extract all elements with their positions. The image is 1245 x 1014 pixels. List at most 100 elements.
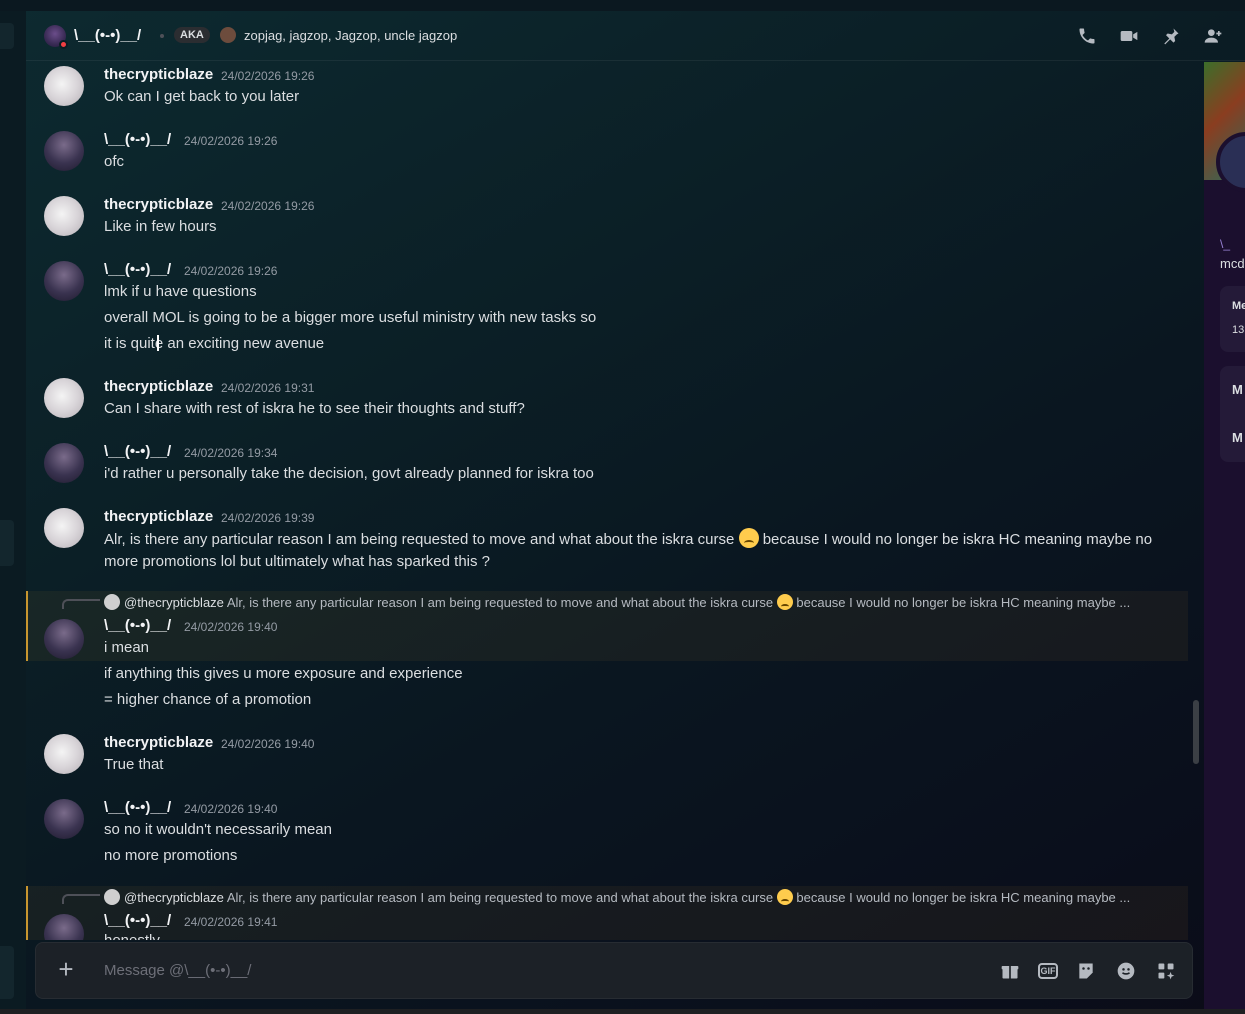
message-input[interactable]: Message @\__(•-•)__/ [104,962,251,979]
message-text: True that [104,756,164,773]
gif-icon[interactable]: GIF [1038,963,1058,979]
card-title: Me [1232,300,1245,312]
reply-connector [62,599,100,609]
card-item[interactable]: M [1232,430,1243,445]
reply-text: Alr, is there any particular reason I am… [226,890,774,905]
reply-text: Alr, is there any particular reason I am… [226,595,774,610]
apps-icon[interactable] [1154,959,1178,983]
user-avatar[interactable] [44,378,84,418]
reply-preview[interactable]: @thecrypticblaze Alr, is there any parti… [104,594,1164,610]
message-text-part: Alr, is there any particular reason I am… [104,531,735,548]
message-username[interactable]: thecrypticblaze [104,508,213,525]
sticker-icon[interactable] [1074,959,1098,983]
message-username[interactable]: thecrypticblaze [104,66,213,83]
message-timestamp: 24/02/2026 19:40 [221,737,315,751]
user-avatar[interactable] [44,508,84,548]
window-top-strip [0,0,1245,11]
recipient-username[interactable]: \__(•-•)__/ [74,27,141,44]
slightly-frowning-face-emoji-icon [776,889,793,905]
message-username[interactable]: \__(•-•)__/ [104,131,171,148]
user-avatar[interactable] [44,261,84,301]
emoji-icon[interactable] [1114,959,1138,983]
slightly-frowning-face-emoji-icon [776,594,793,610]
status-dnd-icon [59,40,68,49]
gift-icon[interactable] [998,959,1022,983]
message-text: overall MOL is going to be a bigger more… [104,309,597,326]
aka-avatar-icon [220,27,236,43]
scrollbar-thumb[interactable] [1193,700,1199,764]
message-timestamp: 24/02/2026 19:40 [184,620,278,634]
message-username[interactable]: thecrypticblaze [104,378,213,395]
video-call-icon[interactable] [1117,24,1141,48]
message-text: so no it wouldn't necessarily mean [104,821,332,838]
user-avatar[interactable] [44,799,84,839]
pin-icon[interactable] [1159,24,1183,48]
card-item[interactable]: M [1232,382,1243,397]
add-friend-icon[interactable] [1201,24,1225,48]
reply-connector [62,894,100,904]
message-text: ofc [104,153,125,170]
message-timestamp: 24/02/2026 19:26 [184,134,278,148]
card-value: 13 [1232,324,1245,336]
reply-text: because I would no longer be iskra HC me… [796,890,1131,905]
window-bottom-edge [0,1009,1245,1014]
user-avatar[interactable] [44,619,84,659]
message-text: honestly [104,932,160,940]
message-username[interactable]: \__(•-•)__/ [104,617,171,634]
reply-username[interactable]: @thecrypticblaze [124,595,224,610]
user-avatar[interactable] [44,443,84,483]
mutual-card[interactable]: M M [1220,366,1245,462]
message-username[interactable]: thecrypticblaze [104,196,213,213]
separator-dot [160,34,164,38]
message-text: Alr, is there any particular reason I am… [104,528,1164,573]
message-timestamp: 24/02/2026 19:34 [184,446,278,460]
message-timestamp: 24/02/2026 19:26 [221,199,315,213]
header-toolbar [1075,24,1225,48]
user-avatar[interactable] [44,734,84,774]
reply-preview[interactable]: @thecrypticblaze Alr, is there any parti… [104,889,1164,905]
slightly-frowning-face-emoji-icon[interactable] [738,528,759,548]
composer-tools: GIF [998,959,1178,983]
message-text: = higher chance of a promotion [104,691,312,708]
aka-names[interactable]: zopjag, jagzop, Jagzop, uncle jagzop [244,28,457,43]
aka-badge: AKA [174,27,210,43]
reply-text: because I would no longer be iskra HC me… [796,595,1131,610]
sidebar-stub [0,520,14,566]
text-cursor [157,335,159,351]
message-username[interactable]: \__(•-•)__/ [104,799,171,816]
message-text: if anything this gives u more exposure a… [104,665,463,682]
message-timestamp: 24/02/2026 19:40 [184,802,278,816]
message-username[interactable]: \__(•-•)__/ [104,443,171,460]
reply-username[interactable]: @thecrypticblaze [124,890,224,905]
reply-avatar [104,889,120,905]
message-text: it is quite an exciting new avenue [104,335,325,352]
sidebar-stub [0,946,14,999]
message-text: i'd rather u personally take the decisio… [104,465,594,482]
message-username[interactable]: thecrypticblaze [104,734,213,751]
profile-display-name: \_ [1220,237,1231,251]
phone-call-icon[interactable] [1075,24,1099,48]
message-text: Ok can I get back to you later [104,88,300,105]
user-avatar[interactable] [44,131,84,171]
left-sidebar-edge [0,11,26,1014]
message-username[interactable]: \__(•-•)__/ [104,912,171,929]
dm-header: \__(•-•)__/ AKA zopjag, jagzop, Jagzop, … [26,11,1245,61]
message-timestamp: 24/02/2026 19:26 [221,69,315,83]
message-timestamp: 24/02/2026 19:39 [221,511,315,525]
message-text: lmk if u have questions [104,283,257,300]
message-username[interactable]: \__(•-•)__/ [104,261,171,278]
message-list[interactable]: thecrypticblaze 24/02/2026 19:26 Ok can … [26,62,1190,940]
recipient-avatar[interactable] [44,25,68,49]
reply-avatar [104,594,120,610]
attach-plus-icon[interactable]: + [54,956,78,982]
profile-panel: \_ mcd Me 13 M M [1204,62,1245,1014]
message-timestamp: 24/02/2026 19:31 [221,381,315,395]
profile-username: mcd [1220,256,1245,271]
member-since-card: Me 13 [1220,286,1245,352]
message-text: Can I share with rest of iskra he to see… [104,400,525,417]
user-avatar[interactable] [44,196,84,236]
sidebar-stub [0,23,14,49]
message-text: i mean [104,639,150,656]
chat-scrollbar[interactable] [1192,62,1200,940]
user-avatar[interactable] [44,66,84,106]
